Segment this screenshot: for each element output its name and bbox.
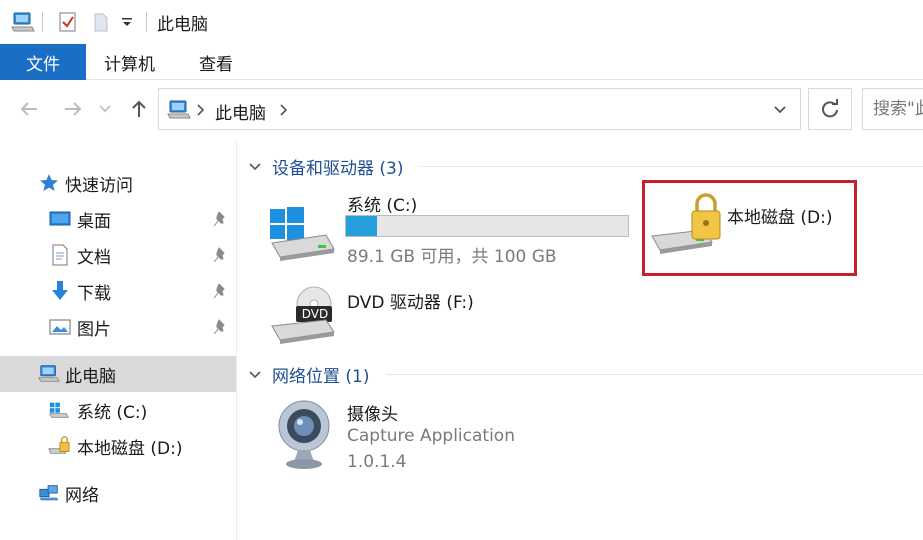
forward-button[interactable] <box>58 92 88 126</box>
refresh-icon <box>822 99 838 118</box>
sidebar-item-label: 下载 <box>77 283 111 304</box>
search-input[interactable] <box>863 89 923 129</box>
sidebar-item-desktop[interactable]: 桌面 <box>0 202 236 236</box>
pin-icon[interactable] <box>212 246 230 264</box>
drive-space-text: 89.1 GB 可用，共 100 GB <box>347 247 557 267</box>
chevron-down-icon <box>249 162 261 170</box>
document-icon <box>49 244 71 266</box>
sidebar-item-network[interactable]: 网络 <box>0 476 236 510</box>
windows-drive-icon <box>270 207 335 261</box>
sidebar-item-label: 网络 <box>65 485 99 506</box>
highlight-box <box>642 180 857 276</box>
computer-icon <box>167 100 191 119</box>
group-divider <box>420 166 923 167</box>
chevron-down-icon <box>249 370 261 378</box>
title-bar: 此电脑 <box>0 0 923 44</box>
title-separator <box>146 12 147 32</box>
sidebar-item-documents[interactable]: 文档 <box>0 238 236 272</box>
arrow-up-icon <box>132 100 146 117</box>
sidebar-item-label: 本地磁盘 (D:) <box>77 438 183 459</box>
sidebar-item-label: 快速访问 <box>65 175 133 196</box>
star-icon <box>38 172 60 194</box>
drive-usage-fill <box>346 216 377 236</box>
sidebar-item-pictures[interactable]: 图片 <box>0 310 236 344</box>
title-separator <box>42 12 43 32</box>
drive-name: DVD 驱动器 (F:) <box>347 293 474 313</box>
tab-computer[interactable]: 计算机 <box>104 44 155 80</box>
network-icon <box>38 482 60 504</box>
address-history-chevron-down-icon[interactable] <box>773 105 787 115</box>
navigation-pane: 快速访问 桌面 文档 下载 图片 此电脑 系统 (C:) 本地磁盘 (D:) 网… <box>0 140 236 540</box>
breadcrumb-this-pc[interactable]: 此电脑 <box>215 99 266 124</box>
arrow-left-icon <box>20 102 37 116</box>
chevron-down-icon <box>99 105 111 113</box>
back-button[interactable] <box>14 92 44 126</box>
tab-view[interactable]: 查看 <box>199 44 233 80</box>
group-header-label: 设备和驱动器 (3) <box>272 159 404 179</box>
chevron-right-icon[interactable] <box>279 104 289 116</box>
network-item-description: Capture Application <box>347 426 515 446</box>
recent-locations-button[interactable] <box>94 92 116 126</box>
computer-icon[interactable] <box>6 10 40 34</box>
sidebar-item-drive-c[interactable]: 系统 (C:) <box>0 393 236 427</box>
drive-usage-bar <box>345 215 629 237</box>
group-header-label: 网络位置 (1) <box>272 367 370 387</box>
up-button[interactable] <box>124 92 154 126</box>
sidebar-item-label: 图片 <box>77 319 111 340</box>
group-divider <box>386 374 923 375</box>
group-header-devices[interactable]: 设备和驱动器 (3) <box>248 154 403 179</box>
pin-icon[interactable] <box>212 318 230 336</box>
search-box[interactable] <box>862 88 923 130</box>
pin-icon[interactable] <box>212 210 230 228</box>
sidebar-item-label: 系统 (C:) <box>77 402 148 423</box>
computer-icon <box>38 363 60 385</box>
refresh-button[interactable] <box>808 88 852 130</box>
properties-icon[interactable] <box>54 10 82 34</box>
sidebar-item-label: 此电脑 <box>65 366 116 387</box>
group-header-network[interactable]: 网络位置 (1) <box>248 362 369 387</box>
pin-icon[interactable] <box>212 282 230 300</box>
sidebar-item-label: 桌面 <box>77 211 111 232</box>
chevron-right-icon[interactable] <box>196 104 206 116</box>
locked-drive-icon <box>48 435 70 457</box>
webcam-icon <box>278 400 330 469</box>
sidebar-item-this-pc[interactable]: 此电脑 <box>0 356 236 392</box>
sidebar-item-label: 文档 <box>77 247 111 268</box>
address-bar[interactable]: 此电脑 <box>158 88 801 130</box>
ribbon-tabs: 文件 计算机 查看 <box>0 44 923 80</box>
windows-drive-icon <box>48 399 70 421</box>
network-item-name: 摄像头 <box>347 405 398 425</box>
sidebar-item-drive-d[interactable]: 本地磁盘 (D:) <box>0 429 236 463</box>
arrow-right-icon <box>65 102 82 116</box>
sidebar-item-quick-access[interactable]: 快速访问 <box>0 166 236 200</box>
network-item-version: 1.0.1.4 <box>347 452 407 472</box>
download-icon <box>49 280 71 302</box>
window-title: 此电脑 <box>157 15 208 35</box>
sidebar-item-downloads[interactable]: 下载 <box>0 274 236 308</box>
new-folder-icon[interactable] <box>88 10 114 34</box>
drive-name: 系统 (C:) <box>347 196 418 216</box>
pane-divider[interactable] <box>236 140 237 540</box>
picture-icon <box>49 316 71 338</box>
customize-toolbar-chevron-down-icon[interactable] <box>116 10 138 34</box>
dvd-badge: DVD <box>301 307 329 321</box>
tab-file[interactable]: 文件 <box>0 44 86 80</box>
desktop-icon <box>49 208 71 230</box>
